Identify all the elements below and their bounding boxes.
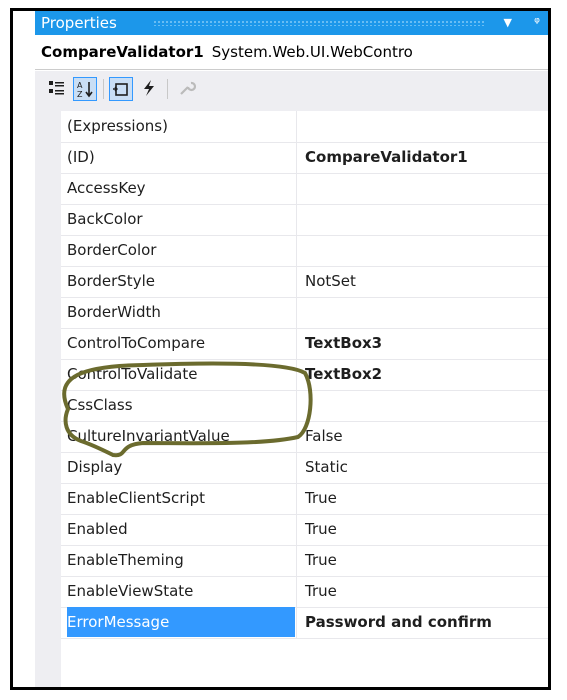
svg-text:Z: Z [77,90,83,98]
auto-hide-pin-icon[interactable]: ᵠ [534,11,540,35]
property-value[interactable]: CompareValidator1 [301,142,548,172]
property-name: ControlToCompare [67,334,206,352]
property-name: ControlToValidate [67,365,198,383]
column-divider [296,359,297,390]
property-name: EnableTheming [67,551,184,569]
property-pages-button[interactable] [175,77,199,101]
properties-window-frame: Properties ▼ ᵠ CompareValidator1 System.W… [10,8,551,690]
property-name: (Expressions) [67,117,168,135]
property-name: AccessKey [67,179,146,197]
property-row-enableviewstate[interactable]: EnableViewState True [61,576,548,608]
column-divider [296,328,297,359]
property-value[interactable]: True [301,576,548,606]
svg-text:A: A [77,81,83,90]
properties-button[interactable] [109,77,133,101]
column-divider [296,204,297,235]
property-name: (ID) [67,148,95,166]
categorized-button[interactable] [45,77,69,101]
categorized-icon [49,81,64,95]
object-selector[interactable]: CompareValidator1 System.Web.UI.WebContro [35,35,548,70]
property-row-expressions[interactable]: (Expressions) [61,111,548,143]
property-row-accesskey[interactable]: AccessKey [61,173,548,205]
property-row-borderwidth[interactable]: BorderWidth [61,297,548,329]
properties-icon [113,83,128,96]
drag-grip[interactable] [153,20,486,26]
property-pages-wrench-icon [180,81,197,95]
property-name: CssClass [67,396,133,414]
column-divider [296,235,297,266]
column-divider [296,266,297,297]
property-name: CultureInvariantValue [67,427,230,445]
property-value[interactable]: Password and confirm [301,607,548,637]
property-name: EnableViewState [67,582,194,600]
column-divider [296,514,297,545]
property-value[interactable]: NotSet [301,266,548,296]
property-value[interactable]: True [301,483,548,513]
column-divider [296,173,297,204]
property-row-enableclientscript[interactable]: EnableClientScript True [61,483,548,515]
selected-object-type: System.Web.UI.WebContro [211,43,413,61]
events-button[interactable] [137,77,161,101]
property-name: ErrorMessage [67,607,295,637]
property-name: BorderWidth [67,303,161,321]
property-name: Display [67,458,123,476]
property-value[interactable]: Static [301,452,548,482]
window-title: Properties [41,14,117,32]
property-row-enabletheming[interactable]: EnableTheming True [61,545,548,577]
events-lightning-icon [144,80,154,96]
property-value[interactable]: TextBox2 [301,359,548,389]
column-divider [296,483,297,514]
column-divider [296,452,297,483]
property-grid: (Expressions) (ID) CompareValidator1 Access… [35,111,548,687]
property-value[interactable]: True [301,545,548,575]
column-divider [296,142,297,173]
alphabetical-button[interactable]: A Z [73,77,97,101]
column-divider [296,421,297,452]
property-row-enabled[interactable]: Enabled True [61,514,548,546]
property-row-cssclass[interactable]: CssClass [61,390,548,422]
column-divider [296,297,297,328]
toolbar-separator [103,79,104,99]
grid-gutter [35,111,61,687]
selected-object-name: CompareValidator1 [41,43,204,61]
property-value[interactable]: True [301,514,548,544]
property-value[interactable]: False [301,421,548,451]
property-row-borderstyle[interactable]: BorderStyle NotSet [61,266,548,298]
property-row-cultureinvariantvalue[interactable]: CultureInvariantValue False [61,421,548,453]
alphabetical-sort-icon: A Z [77,81,93,99]
property-value[interactable]: TextBox3 [301,328,548,358]
property-row-controltocompare[interactable]: ControlToCompare TextBox3 [61,328,548,360]
property-name: EnableClientScript [67,489,206,507]
property-name: BorderColor [67,241,157,259]
column-divider [296,390,297,421]
property-row-controltovalidate[interactable]: ControlToValidate TextBox2 [61,359,548,391]
column-divider [296,111,297,142]
toolbar-separator [167,79,168,99]
property-name: BackColor [67,210,143,228]
column-divider [296,576,297,607]
property-name: Enabled [67,520,128,538]
property-name: BorderStyle [67,272,155,290]
properties-toolbar: A Z [35,71,548,111]
property-row-display[interactable]: Display Static [61,452,548,484]
properties-title-bar: Properties ▼ ᵠ [35,11,548,35]
column-divider [296,607,297,638]
property-row-backcolor[interactable]: BackColor [61,204,548,236]
property-row-id[interactable]: (ID) CompareValidator1 [61,142,548,174]
property-row-errormessage[interactable]: ErrorMessage Password and confirm [61,607,548,639]
property-row-bordercolor[interactable]: BorderColor [61,235,548,267]
column-divider [296,545,297,576]
window-position-dropdown-icon[interactable]: ▼ [504,11,512,35]
